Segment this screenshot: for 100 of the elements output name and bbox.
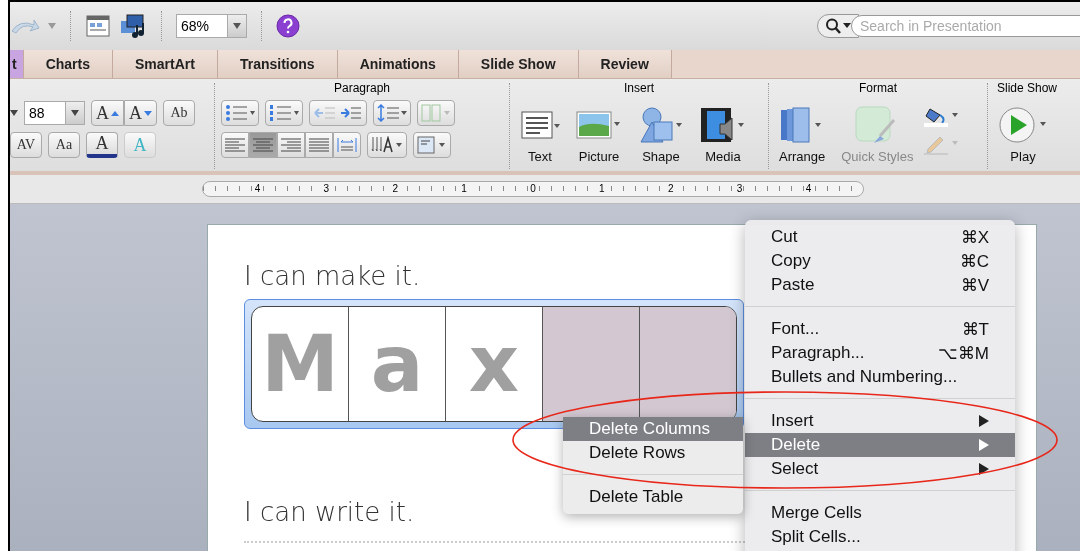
- indent-button[interactable]: [309, 100, 367, 126]
- menu-item[interactable]: Insert: [745, 409, 1015, 433]
- bullets-button[interactable]: [221, 100, 259, 126]
- menu-item-label: Font...: [771, 319, 821, 339]
- shortcut-label: ⌥⌘M: [937, 342, 989, 364]
- ribbon-tab[interactable]: t: [10, 50, 24, 78]
- shortcut-label: ⌘C: [959, 250, 989, 272]
- ruler-number: 3: [322, 183, 331, 195]
- change-case-button[interactable]: Aa: [48, 132, 80, 158]
- menu-item[interactable]: Delete Rows: [563, 441, 743, 465]
- media-browser-icon[interactable]: [119, 13, 147, 39]
- menu-item[interactable]: Delete Columns: [563, 417, 743, 441]
- menu-item-label: Insert: [771, 411, 815, 431]
- align-text-button[interactable]: [413, 132, 451, 158]
- menu-item[interactable]: Merge Cells: [745, 501, 1015, 525]
- ruler-number: 4: [253, 183, 262, 195]
- shrink-font-button[interactable]: A: [124, 100, 157, 126]
- ruler-number: 1: [598, 183, 606, 195]
- landscape-picture-icon: [576, 108, 622, 142]
- ribbon-tab[interactable]: Transitions: [217, 50, 338, 78]
- submenu-arrow-icon: [979, 439, 989, 451]
- text-direction-button[interactable]: [367, 132, 407, 158]
- shortcut-label: ⌘T: [961, 318, 989, 340]
- media-button[interactable]: Media: [694, 105, 752, 164]
- columns-icon: [421, 104, 451, 122]
- line-spacing-button[interactable]: [373, 100, 411, 126]
- picture-button[interactable]: Picture: [570, 105, 628, 164]
- clear-formatting-button[interactable]: Ab: [163, 100, 195, 126]
- numbering-button[interactable]: [265, 100, 303, 126]
- menu-item-label: Copy: [771, 251, 812, 271]
- play-button[interactable]: Play: [992, 105, 1054, 164]
- grow-font-button[interactable]: A: [91, 100, 124, 126]
- ruler-number: 2: [666, 183, 675, 195]
- ribbon-tab[interactable]: Animations: [337, 50, 459, 78]
- menu-item[interactable]: Font... ⌘T: [745, 317, 1015, 341]
- menu-item-label: Bullets and Numbering...: [771, 367, 959, 387]
- shapes-icon: [638, 106, 684, 144]
- ruler-number: 1: [460, 183, 468, 195]
- menu-item[interactable]: Select: [745, 457, 1015, 481]
- align-right-button[interactable]: [277, 132, 305, 158]
- menu-item-label: Paragraph...: [771, 343, 866, 363]
- submenu-arrow-icon: [979, 463, 989, 475]
- dropdown-caret-icon[interactable]: [48, 23, 56, 29]
- menu-item-label: Merge Cells: [771, 503, 863, 523]
- line-spacing-icon: [377, 104, 407, 122]
- submenu-arrow-icon: [979, 415, 989, 427]
- align-left-button[interactable]: [221, 132, 249, 158]
- align-right-icon: [281, 138, 301, 152]
- text-direction-icon: [371, 136, 403, 154]
- character-spacing-button[interactable]: AV: [10, 132, 42, 158]
- menu-item[interactable]: Delete Table: [563, 485, 743, 509]
- ruler-number: 3: [735, 183, 744, 195]
- ruler-number: 2: [391, 183, 399, 195]
- menu-item-label: Delete: [771, 435, 822, 455]
- slide-heading: I can write it.: [244, 497, 415, 527]
- search-field[interactable]: Search in Presentation: [851, 15, 1080, 37]
- menu-item[interactable]: Paragraph... ⌥⌘M: [745, 341, 1015, 365]
- shape-button[interactable]: Shape: [632, 105, 690, 164]
- menu-item-label: Cut: [771, 227, 799, 247]
- font-size-combobox[interactable]: 88: [24, 101, 85, 125]
- bulleted-list-icon: [225, 105, 255, 121]
- caret-icon: [71, 110, 79, 116]
- zoom-combobox[interactable]: 68%: [176, 14, 247, 38]
- arrange-button[interactable]: Arrange: [773, 105, 832, 164]
- align-justify-icon: [309, 138, 329, 152]
- text-button[interactable]: Text: [514, 105, 566, 164]
- ribbon-tab[interactable]: SmartArt: [113, 50, 218, 78]
- table-cell[interactable]: [542, 307, 639, 421]
- menu-item[interactable]: Delete: [745, 433, 1015, 457]
- align-left-icon: [225, 138, 245, 152]
- shortcut-label: ⌘X: [960, 226, 989, 248]
- font-name-caret-icon[interactable]: [10, 110, 18, 116]
- font-color-button[interactable]: A: [86, 132, 118, 158]
- align-center-button[interactable]: [249, 132, 277, 158]
- group-title: Slide Show: [995, 81, 1058, 95]
- film-speaker-icon: [700, 106, 746, 144]
- align-center-icon: [253, 138, 273, 152]
- menu-item[interactable]: Split Cells...: [745, 525, 1015, 549]
- ribbon-tab[interactable]: Slide Show: [458, 50, 579, 78]
- ruler-number: 0: [529, 183, 537, 195]
- columns-button[interactable]: [417, 100, 455, 126]
- ruler[interactable]: 4 3 2 1 0 1 2 3 4: [202, 181, 864, 197]
- menu-item[interactable]: Copy ⌘C: [745, 249, 1015, 273]
- text-box-align-icon: [417, 136, 447, 154]
- distributed-button[interactable]: [333, 132, 361, 158]
- distributed-icon: [337, 138, 357, 152]
- menu-item-label: Split Cells...: [771, 527, 862, 547]
- menu-item[interactable]: Bullets and Numbering...: [745, 365, 1015, 389]
- group-title: Insert: [623, 81, 655, 95]
- ruler-number: 4: [804, 183, 813, 195]
- slide-layout-icon[interactable]: [85, 13, 111, 39]
- ribbon-tab[interactable]: Charts: [23, 50, 114, 78]
- group-title: Format: [858, 81, 898, 95]
- group-title: Paragraph: [332, 81, 391, 95]
- shortcut-label: ⌘V: [960, 274, 989, 296]
- menu-item[interactable]: Cut ⌘X: [745, 225, 1015, 249]
- align-justify-button[interactable]: [305, 132, 333, 158]
- ribbon-tab[interactable]: Review: [578, 50, 672, 78]
- menu-item[interactable]: Paste ⌘V: [745, 273, 1015, 297]
- help-icon[interactable]: [276, 14, 300, 38]
